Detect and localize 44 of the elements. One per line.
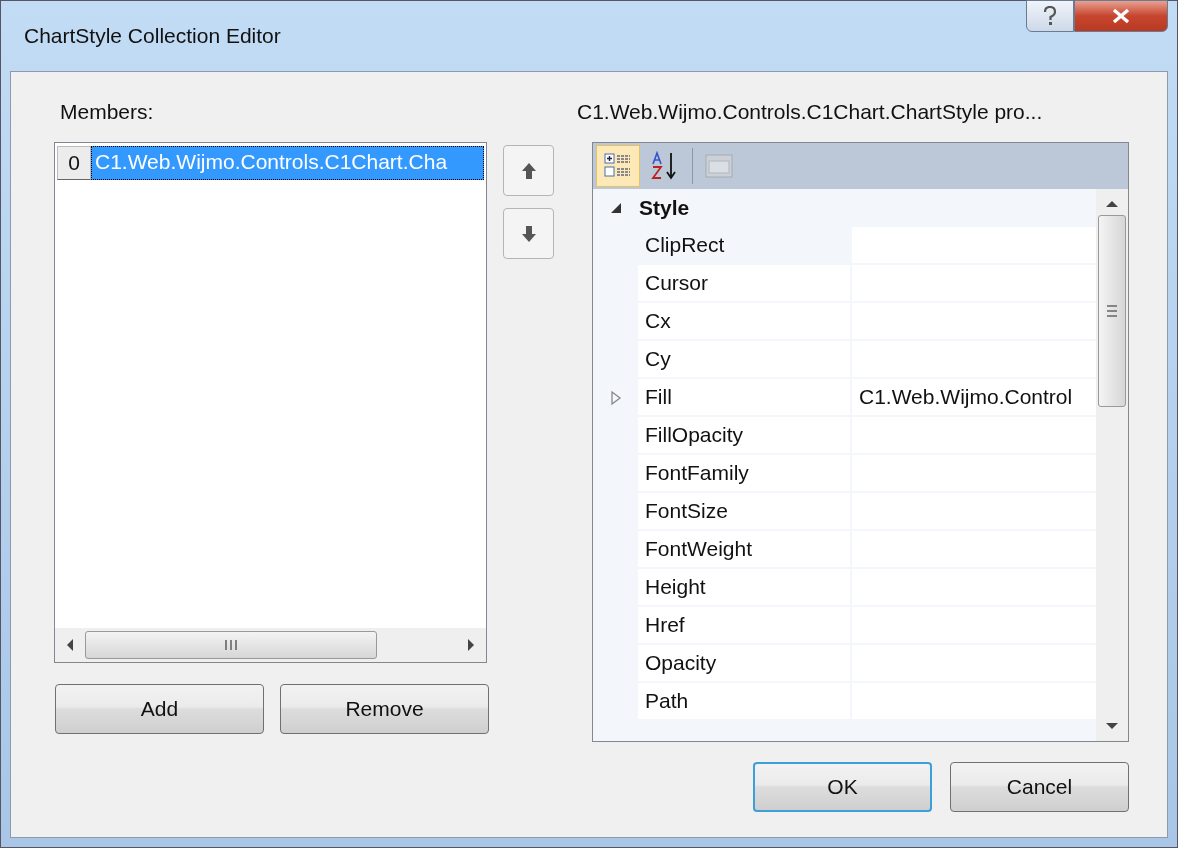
property-name[interactable]: Cy	[638, 341, 852, 379]
scroll-up-icon	[1105, 199, 1119, 209]
member-action-button[interactable]: Remove	[280, 684, 489, 734]
vertical-scrollbar[interactable]	[1096, 189, 1128, 741]
properties-label: C1.Web.Wijmo.Controls.C1Chart.ChartStyle pro...	[577, 99, 1044, 125]
move-up-button[interactable]	[503, 145, 554, 196]
member-action-button[interactable]: Add	[55, 684, 264, 734]
window-title: ChartStyle Collection Editor	[23, 24, 281, 48]
property-name[interactable]: Cx	[638, 303, 852, 341]
property-name[interactable]: Path	[638, 683, 852, 721]
property-name[interactable]: FontFamily	[638, 455, 852, 493]
horizontal-scrollbar[interactable]	[55, 628, 486, 662]
category-header: Style	[639, 196, 690, 220]
property-name[interactable]: FontWeight	[638, 531, 852, 569]
property-name[interactable]: Href	[638, 607, 852, 645]
scroll-down-icon	[1105, 721, 1119, 731]
property-name[interactable]: Fill	[638, 379, 852, 417]
property-name[interactable]: FontSize	[638, 493, 852, 531]
property-pages-icon	[704, 151, 734, 181]
ok-button[interactable]: OK	[753, 762, 932, 812]
collapse-icon[interactable]	[609, 201, 623, 215]
down-arrow-icon	[520, 224, 537, 243]
help-button[interactable]	[1026, 0, 1074, 32]
close-icon	[1111, 8, 1131, 24]
expand-icon[interactable]	[609, 390, 622, 406]
index-cell: 0	[57, 146, 91, 180]
move-down-button[interactable]	[503, 208, 554, 259]
scroll-thumb[interactable]	[1098, 215, 1126, 407]
grip-icon	[224, 639, 238, 651]
close-button[interactable]	[1074, 0, 1168, 32]
scroll-left-icon	[65, 638, 75, 652]
members-label: Members:	[59, 99, 155, 125]
up-arrow-icon	[520, 161, 537, 180]
scroll-right-icon	[466, 638, 476, 652]
help-icon	[1042, 6, 1058, 26]
property-name[interactable]: Height	[638, 569, 852, 607]
grip-icon	[1106, 304, 1118, 318]
property-name[interactable]: Cursor	[638, 265, 852, 303]
property-name[interactable]: FillOpacity	[638, 417, 852, 455]
property-value[interactable]: C1.Web.Wijmo.Control	[852, 379, 1096, 417]
cancel-button[interactable]: Cancel	[950, 762, 1129, 812]
property-name[interactable]: Opacity	[638, 645, 852, 683]
categorized-button[interactable]	[596, 145, 640, 187]
scroll-thumb[interactable]	[85, 631, 377, 659]
